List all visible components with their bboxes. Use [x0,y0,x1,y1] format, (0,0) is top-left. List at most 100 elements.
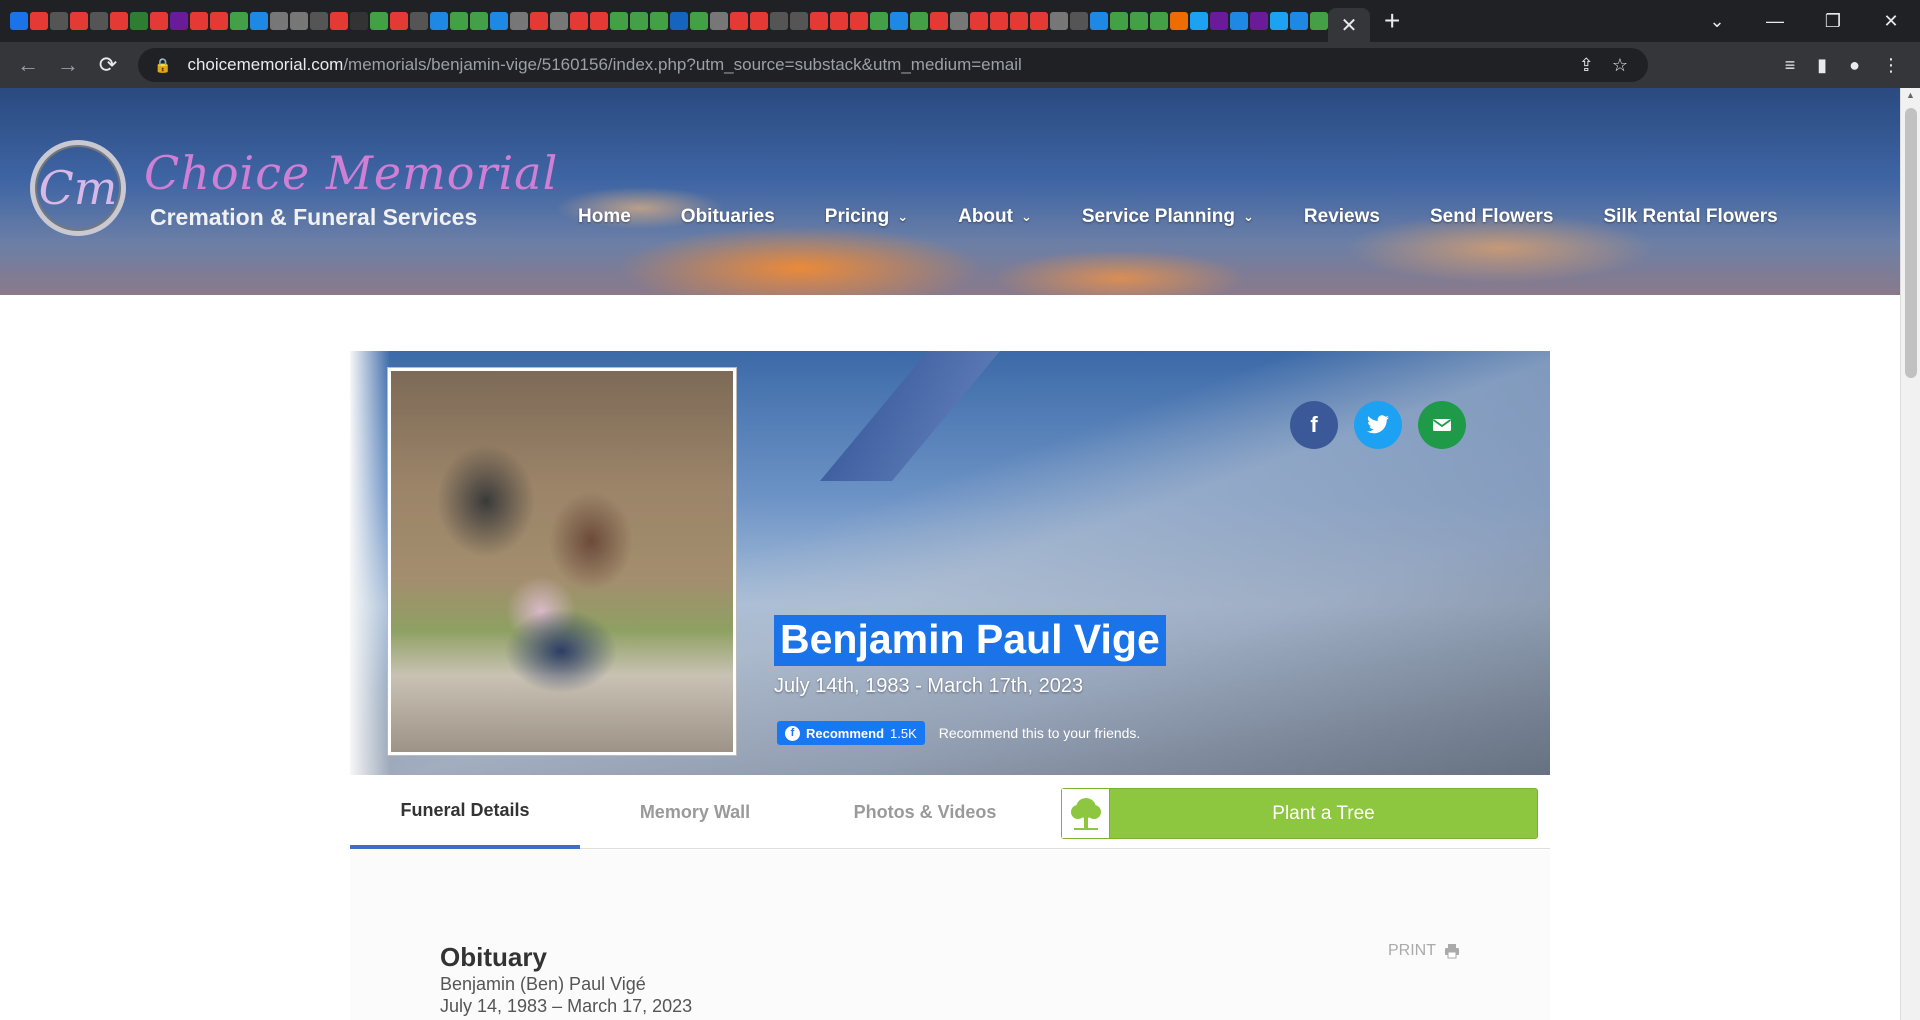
profile-icon[interactable]: ● [1849,55,1860,76]
tab-favicon[interactable] [1150,12,1168,30]
tab-favicon[interactable] [590,12,608,30]
tab-favicon[interactable] [570,12,588,30]
tab-favicon[interactable] [470,12,488,30]
tab-favicon[interactable] [150,12,168,30]
minimize-icon[interactable]: — [1746,11,1804,32]
nav-reviews[interactable]: Reviews [1304,206,1380,228]
tab-favicon[interactable] [330,12,348,30]
tab-favicon[interactable] [510,12,528,30]
tab-favicon[interactable] [170,12,188,30]
nav-pricing[interactable]: Pricing ⌄ [825,206,908,228]
tab-favicon[interactable] [710,12,728,30]
tab-favicon[interactable] [670,12,688,30]
tab-favicon[interactable] [890,12,908,30]
tab-favicon[interactable] [790,12,808,30]
nav-send-flowers[interactable]: Send Flowers [1430,206,1554,228]
bookmark-star-icon[interactable]: ☆ [1612,55,1628,76]
restore-icon[interactable]: ❐ [1804,11,1862,32]
tab-favicon[interactable] [750,12,768,30]
nav-service-planning[interactable]: Service Planning ⌄ [1082,206,1254,228]
tab-favicon[interactable] [970,12,988,30]
page-scrollbar[interactable]: ▲ [1900,88,1920,1020]
tab-favicon[interactable] [870,12,888,30]
tab-favicon[interactable] [690,12,708,30]
twitter-icon[interactable] [1354,401,1402,449]
nav-about[interactable]: About ⌄ [958,206,1032,228]
tab-favicon[interactable] [630,12,648,30]
tab-favicon[interactable] [1110,12,1128,30]
media-controls-icon[interactable]: ≡ [1785,55,1796,76]
tab-favicon[interactable] [1310,12,1328,30]
tab-favicon[interactable] [350,12,368,30]
scrollbar-thumb[interactable] [1905,108,1917,378]
tab-favicon[interactable] [770,12,788,30]
active-tab[interactable]: ✕ [1328,8,1370,42]
tab-favicon[interactable] [1090,12,1108,30]
tab-favicon[interactable] [430,12,448,30]
tab-favicon[interactable] [930,12,948,30]
address-bar[interactable]: 🔒 choicememorial.com/memorials/benjamin-… [138,48,1648,82]
fb-recommend-button[interactable]: f Recommend 1.5K [777,721,925,745]
tab-favicon[interactable] [730,12,748,30]
reload-icon[interactable]: ⟳ [88,52,128,78]
tab-favicon[interactable] [1030,12,1048,30]
close-window-icon[interactable]: ✕ [1862,11,1920,32]
tab-favicon[interactable] [1010,12,1028,30]
tab-favicon[interactable] [270,12,288,30]
close-tab-icon[interactable]: ✕ [1341,13,1358,38]
tab-favicon[interactable] [810,12,828,30]
tab-favicon[interactable] [550,12,568,30]
tab-favicon[interactable] [450,12,468,30]
tab-favicon[interactable] [30,12,48,30]
tab-favicon[interactable] [1130,12,1148,30]
tab-favicon[interactable] [850,12,868,30]
tab-favicon[interactable] [310,12,328,30]
tab-search-icon[interactable]: ⌄ [1688,11,1746,32]
tab-favicon[interactable] [290,12,308,30]
tab-favicon[interactable] [390,12,408,30]
tab-favicon[interactable] [230,12,248,30]
tab-memory-wall[interactable]: Memory Wall [580,776,810,849]
menu-icon[interactable]: ⋮ [1882,55,1900,76]
print-button[interactable]: PRINT [1388,942,1460,960]
tab-favicon[interactable] [130,12,148,30]
back-icon[interactable]: ← [8,52,48,78]
tab-favicon[interactable] [1270,12,1288,30]
tab-favicon[interactable] [1290,12,1308,30]
lock-icon[interactable]: 🔒 [154,57,171,74]
tab-favicon[interactable] [650,12,668,30]
nav-silk-rental-flowers[interactable]: Silk Rental Flowers [1603,206,1777,228]
tab-favicon[interactable] [950,12,968,30]
email-icon[interactable] [1418,401,1466,449]
tab-favicon[interactable] [110,12,128,30]
tab-favicon[interactable] [410,12,428,30]
tab-favicon[interactable] [490,12,508,30]
logo-mark[interactable]: Cm [30,140,126,236]
forward-icon[interactable]: → [48,52,88,78]
tab-favicon[interactable] [990,12,1008,30]
tab-favicon[interactable] [10,12,28,30]
side-panel-icon[interactable]: ▮ [1817,55,1827,76]
tab-favicon[interactable] [190,12,208,30]
share-page-icon[interactable]: ⇪ [1579,55,1594,76]
logo-title[interactable]: Choice Memorial [144,146,558,200]
tab-favicon[interactable] [90,12,108,30]
tab-favicon[interactable] [1070,12,1088,30]
scroll-up-icon[interactable]: ▲ [1906,90,1915,100]
tab-favicon[interactable] [830,12,848,30]
tab-photos-videos[interactable]: Photos & Videos [810,776,1040,849]
tab-favicon[interactable] [50,12,68,30]
tab-funeral-details[interactable]: Funeral Details [350,776,580,849]
plant-a-tree-button[interactable]: Plant a Tree [1061,788,1538,839]
tab-favicon[interactable] [210,12,228,30]
tab-favicon[interactable] [530,12,548,30]
tab-favicon[interactable] [1230,12,1248,30]
tab-favicon[interactable] [610,12,628,30]
nav-obituaries[interactable]: Obituaries [681,206,775,228]
new-tab-button[interactable]: + [1384,7,1400,35]
tab-favicon[interactable] [70,12,88,30]
facebook-icon[interactable]: f [1290,401,1338,449]
tab-favicon[interactable] [1250,12,1268,30]
tab-favicon[interactable] [910,12,928,30]
tab-favicon[interactable] [1210,12,1228,30]
